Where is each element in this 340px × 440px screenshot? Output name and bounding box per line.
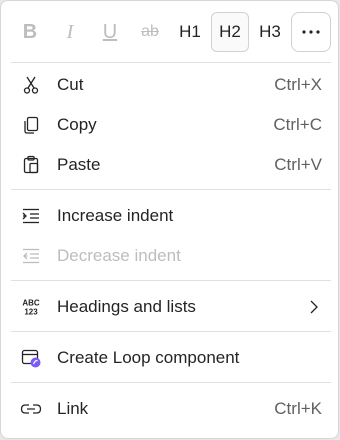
heading-1-button[interactable]: H1	[171, 12, 209, 52]
underline-button[interactable]: U	[91, 12, 129, 52]
separator	[11, 382, 331, 383]
more-icon	[302, 30, 320, 34]
menu-item-label: Paste	[57, 155, 101, 174]
separator	[11, 62, 331, 63]
menu-item-label: Copy	[57, 115, 97, 134]
paste-icon	[20, 154, 42, 176]
svg-text:ABC: ABC	[22, 299, 40, 308]
menu-item-label: Cut	[57, 75, 84, 94]
decrease-indent-icon	[20, 245, 42, 267]
separator	[11, 189, 331, 190]
shortcut-text: Ctrl+X	[274, 75, 322, 94]
context-menu: B I U ab H1 H2 H3 Cut Ctrl+X Copy Ctrl+C…	[0, 0, 339, 439]
bold-button[interactable]: B	[11, 12, 49, 52]
abc-123-icon: ABC 123	[20, 296, 42, 318]
menu-item-link[interactable]: Link Ctrl+K	[1, 389, 338, 429]
shortcut-text: Ctrl+V	[274, 155, 322, 174]
shortcut-text: Ctrl+K	[274, 399, 322, 418]
menu-item-copy[interactable]: Copy Ctrl+C	[1, 105, 338, 145]
menu-item-create-loop-component[interactable]: Create Loop component	[1, 338, 338, 378]
svg-text:123: 123	[24, 308, 38, 317]
copy-icon	[20, 114, 42, 136]
more-options-button[interactable]	[291, 12, 331, 52]
chevron-right-icon	[310, 300, 318, 314]
menu-item-label: Link	[57, 399, 89, 418]
menu-item-headings-and-lists[interactable]: ABC 123 Headings and lists	[1, 287, 338, 327]
menu-item-cut[interactable]: Cut Ctrl+X	[1, 65, 338, 105]
menu-item-paste[interactable]: Paste Ctrl+V	[1, 145, 338, 185]
heading-3-button[interactable]: H3	[251, 12, 289, 52]
increase-indent-icon	[20, 205, 42, 227]
separator	[11, 331, 331, 332]
formatting-toolbar: B I U ab H1 H2 H3	[11, 12, 333, 52]
link-icon	[20, 398, 42, 420]
heading-2-button[interactable]: H2	[211, 12, 249, 52]
scissors-icon	[20, 74, 42, 96]
strikethrough-button[interactable]: ab	[131, 12, 169, 52]
menu-item-label: Increase indent	[57, 206, 174, 225]
menu-item-label: Create Loop component	[57, 348, 240, 367]
menu-item-label: Headings and lists	[57, 297, 196, 316]
menu-item-increase-indent[interactable]: Increase indent	[1, 196, 338, 236]
loop-component-icon	[20, 347, 42, 369]
italic-button[interactable]: I	[51, 12, 89, 52]
separator	[11, 280, 331, 281]
menu-item-label: Decrease indent	[57, 246, 181, 265]
shortcut-text: Ctrl+C	[273, 115, 322, 134]
menu-item-decrease-indent[interactable]: Decrease indent	[1, 236, 338, 276]
